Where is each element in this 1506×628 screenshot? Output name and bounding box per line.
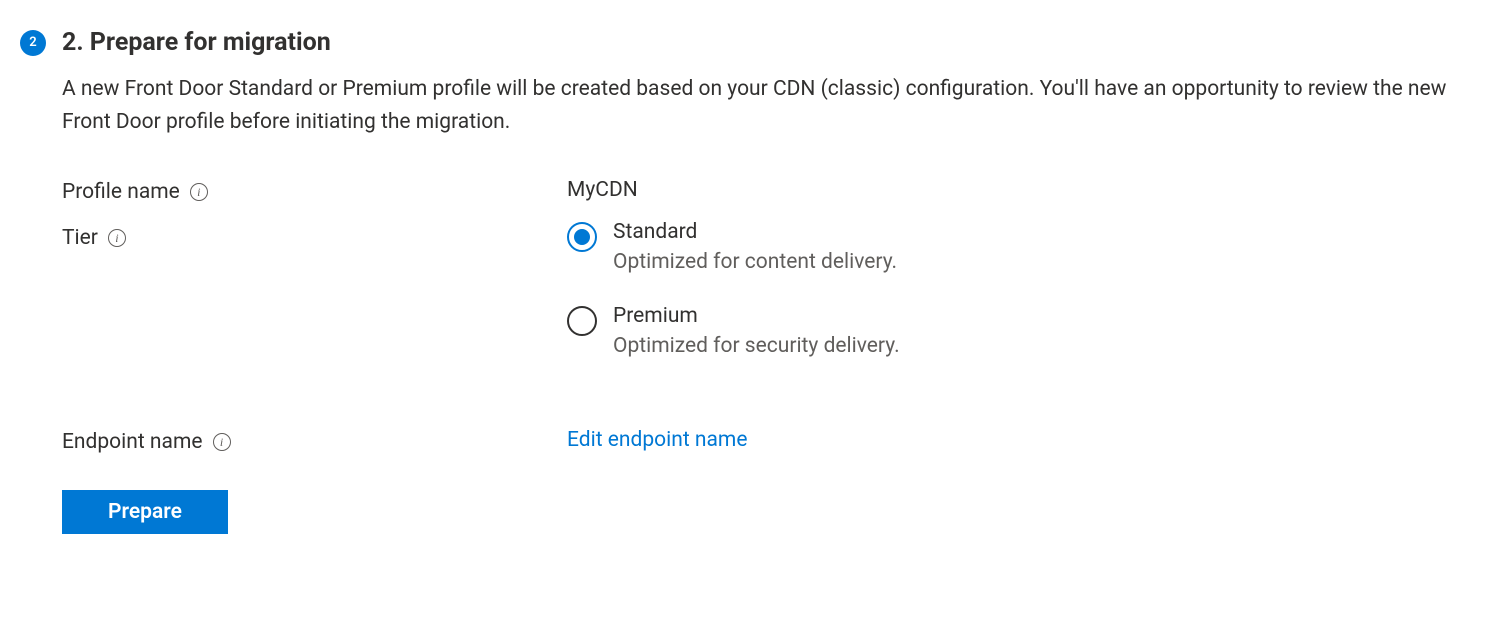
step-header: 2 2. Prepare for migration	[20, 28, 1486, 57]
step-body: A new Front Door Standard or Premium pro…	[20, 73, 1486, 534]
radio-icon	[567, 222, 597, 252]
prepare-button[interactable]: Prepare	[62, 490, 228, 534]
edit-endpoint-name-link[interactable]: Edit endpoint name	[567, 428, 747, 452]
profile-name-row: Profile name i MyCDN	[62, 178, 1486, 204]
tier-label: Tier	[62, 226, 98, 250]
step-number-badge: 2	[20, 30, 46, 56]
tier-option-description: Optimized for content delivery.	[613, 250, 897, 274]
tier-option-label: Standard	[613, 220, 897, 244]
profile-name-value: MyCDN	[567, 178, 638, 202]
info-icon[interactable]: i	[190, 183, 208, 201]
endpoint-name-label: Endpoint name	[62, 430, 203, 454]
profile-name-label: Profile name	[62, 180, 180, 204]
info-icon[interactable]: i	[213, 433, 231, 451]
tier-option-premium[interactable]: Premium Optimized for security delivery.	[567, 304, 1486, 358]
step-description: A new Front Door Standard or Premium pro…	[62, 73, 1462, 138]
step-title: 2. Prepare for migration	[62, 28, 331, 57]
info-icon[interactable]: i	[108, 229, 126, 247]
radio-icon	[567, 306, 597, 336]
endpoint-name-row: Endpoint name i Edit endpoint name	[62, 428, 1486, 454]
tier-option-description: Optimized for security delivery.	[613, 334, 900, 358]
tier-option-standard[interactable]: Standard Optimized for content delivery.	[567, 220, 1486, 274]
tier-option-label: Premium	[613, 304, 900, 328]
tier-row: Tier i Standard Optimized for content de…	[62, 220, 1486, 388]
